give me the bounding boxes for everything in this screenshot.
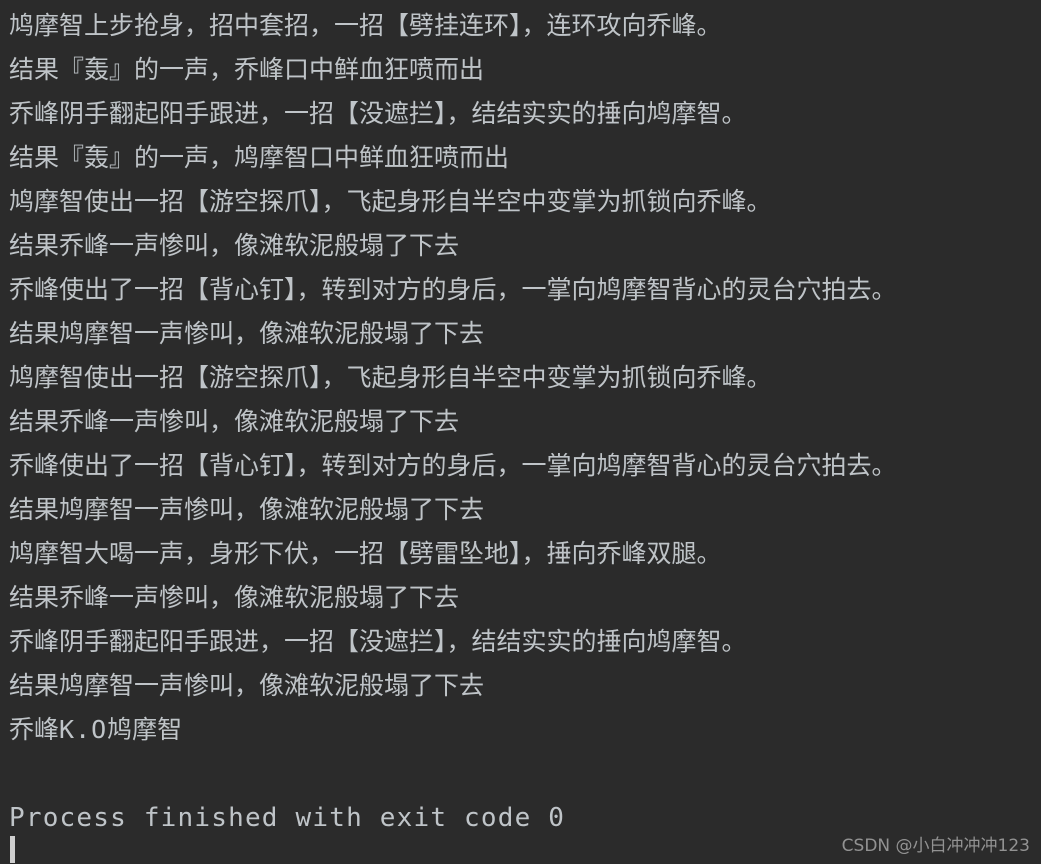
csdn-watermark: CSDN @小白冲冲冲123 — [841, 836, 1030, 856]
console-line: 鸠摩智大喝一声，身形下伏，一招【劈雷坠地】，捶向乔峰双腿。 — [9, 539, 722, 568]
result-winner: 乔峰 — [9, 715, 60, 744]
text-caret — [10, 836, 15, 863]
console-line: 结果乔峰一声惨叫，像滩软泥般塌了下去 — [9, 407, 460, 436]
console-output-panel[interactable]: 鸠摩智上步抢身，招中套招，一招【劈挂连环】，连环攻向乔峰。 结果『轰』的一声，乔… — [0, 0, 1041, 864]
console-line: 鸠摩智使出一招【游空探爪】，飞起身形自半空中变掌为抓锁向乔峰。 — [9, 363, 772, 392]
console-result-line: 乔峰K.O鸠摩智 — [0, 708, 1041, 752]
console-line: 鸠摩智使出一招【游空探爪】，飞起身形自半空中变掌为抓锁向乔峰。 — [9, 187, 772, 216]
console-line: 鸠摩智上步抢身，招中套招，一招【劈挂连环】，连环攻向乔峰。 — [9, 11, 722, 40]
console-line: 结果乔峰一声惨叫，像滩软泥般塌了下去 — [9, 583, 460, 612]
result-loser: 鸠摩智 — [107, 715, 183, 744]
console-line: 结果鸠摩智一声惨叫，像滩软泥般塌了下去 — [9, 319, 485, 348]
console-line: 乔峰使出了一招【背心钉】，转到对方的身后，一掌向鸠摩智背心的灵台穴拍去。 — [9, 451, 897, 480]
console-line: 乔峰阴手翻起阳手跟进，一招【没遮拦】，结结实实的捶向鸠摩智。 — [9, 99, 747, 128]
console-line: 乔峰使出了一招【背心钉】，转到对方的身后，一掌向鸠摩智背心的灵台穴拍去。 — [9, 275, 897, 304]
console-line: 结果『轰』的一声，鸠摩智口中鲜血狂喷而出 — [9, 143, 510, 172]
console-line: 乔峰阴手翻起阳手跟进，一招【没遮拦】，结结实实的捶向鸠摩智。 — [9, 627, 747, 656]
console-line: 结果鸠摩智一声惨叫，像滩软泥般塌了下去 — [9, 671, 485, 700]
result-ko-label: K.O — [59, 715, 108, 744]
console-line: 结果『轰』的一声，乔峰口中鲜血狂喷而出 — [9, 55, 485, 84]
console-line: 结果乔峰一声惨叫，像滩软泥般塌了下去 — [9, 231, 460, 260]
console-line: 结果鸠摩智一声惨叫，像滩软泥般塌了下去 — [9, 495, 485, 524]
